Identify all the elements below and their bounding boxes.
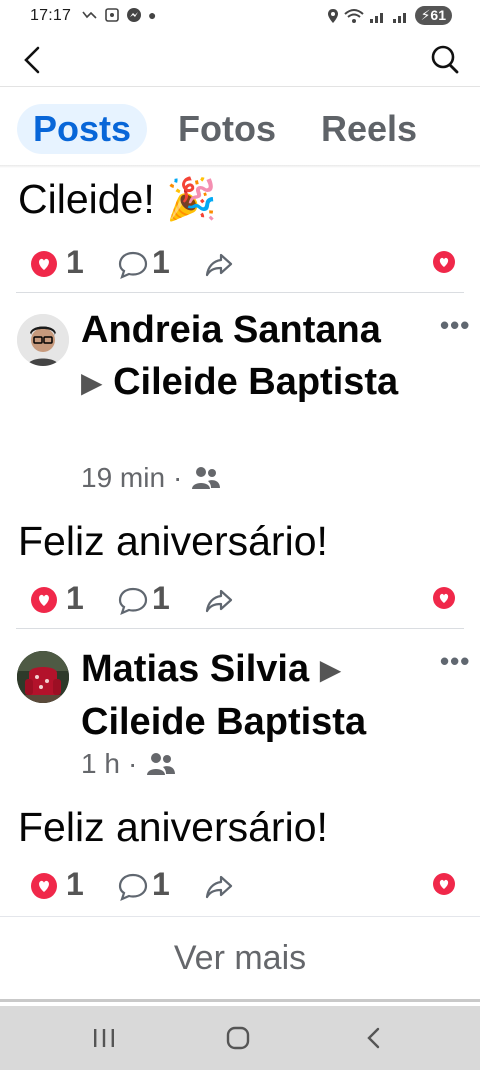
wifi-icon — [343, 8, 364, 23]
friends-icon — [192, 467, 221, 489]
comment-icon[interactable] — [118, 250, 148, 285]
see-more-button[interactable]: Ver mais — [0, 916, 480, 1002]
friends-icon — [147, 753, 176, 775]
share-icon[interactable] — [204, 872, 234, 907]
author-name[interactable]: Matias Silvia — [81, 648, 309, 690]
more-options-icon[interactable]: ••• — [440, 310, 470, 341]
share-icon[interactable] — [204, 586, 234, 621]
system-nav-bar — [0, 1006, 480, 1070]
react-heart-button[interactable] — [432, 586, 456, 615]
top-app-bar — [0, 34, 480, 87]
tab-reels[interactable]: Reels — [305, 104, 433, 154]
battery-indicator: ⚡61 — [414, 6, 452, 25]
author-name[interactable]: Andreia Santana — [81, 309, 381, 351]
search-icon — [431, 45, 459, 74]
tab-posts[interactable]: Posts — [17, 104, 148, 154]
post-actions: 1 1 — [30, 866, 455, 907]
back-button[interactable] — [20, 44, 44, 81]
more-options-icon[interactable]: ••• — [440, 646, 470, 677]
recent-apps-icon — [94, 1029, 114, 1047]
tabs-divider — [0, 165, 480, 168]
comment-icon[interactable] — [118, 586, 148, 621]
meta-separator: · — [127, 748, 138, 779]
post-text: Cileide! 🎉 — [18, 176, 218, 222]
target-name[interactable]: Cileide Baptista — [113, 361, 398, 403]
comment-count: 1 — [152, 580, 170, 616]
signal-icon-2 — [392, 12, 406, 23]
back-nav-icon — [367, 1027, 380, 1049]
post-text: Feliz aniversário! — [18, 804, 328, 850]
reaction-count: 1 — [66, 244, 84, 280]
arrow-icon: ▶ — [81, 367, 103, 398]
post-author-line: Andreia Santana ▶ Cileide Baptista — [81, 304, 411, 409]
battery-level: 61 — [430, 7, 446, 23]
post-time: 19 min — [81, 462, 166, 493]
meta-separator: · — [173, 462, 183, 493]
post-text: Feliz aniversário! — [18, 518, 328, 564]
comment-icon[interactable] — [118, 872, 148, 907]
signal-icon — [369, 12, 383, 23]
arrow-icon: ▶ — [319, 654, 342, 685]
home-button[interactable] — [226, 1026, 250, 1055]
profile-tabs: Posts Fotos Reels — [0, 100, 480, 158]
post-divider — [16, 292, 464, 293]
location-icon — [327, 8, 338, 23]
target-name[interactable]: Cileide Baptista — [81, 701, 366, 743]
share-icon[interactable] — [204, 250, 234, 285]
post-author-line: Matias Silvia ▶ Cileide Baptista — [81, 643, 411, 748]
recent-apps-button[interactable] — [92, 1026, 116, 1055]
reaction-count: 1 — [66, 580, 84, 616]
post-meta: 19 min · — [81, 462, 222, 494]
dot-icon: ● — [148, 7, 157, 23]
post-meta: 1 h · — [81, 748, 177, 780]
heart-reaction-icon[interactable] — [30, 250, 58, 283]
search-button[interactable] — [430, 44, 460, 81]
comment-count: 1 — [152, 244, 170, 280]
status-bar: 17:17 ● ⚡61 — [0, 0, 480, 34]
back-arrow-icon — [24, 46, 40, 74]
back-nav-button[interactable] — [362, 1026, 386, 1055]
tab-fotos[interactable]: Fotos — [162, 104, 292, 154]
reaction-count: 1 — [66, 866, 84, 902]
avatar[interactable] — [17, 314, 69, 366]
post-actions: 1 1 — [30, 580, 455, 621]
system-icons: ⚡61 — [327, 6, 452, 25]
comment-count: 1 — [152, 866, 170, 902]
post-divider — [16, 628, 464, 629]
post-actions: 1 1 — [30, 244, 455, 285]
avatar[interactable] — [17, 651, 69, 703]
home-icon — [226, 1026, 250, 1050]
screenshot-icon — [105, 8, 119, 22]
status-time: 17:17 — [30, 7, 72, 24]
post-time: 1 h — [81, 748, 120, 779]
react-heart-button[interactable] — [432, 872, 456, 901]
missed-call-icon — [82, 11, 97, 19]
notification-icons: ● — [82, 7, 156, 23]
heart-reaction-icon[interactable] — [30, 586, 58, 619]
heart-reaction-icon[interactable] — [30, 872, 58, 905]
react-heart-button[interactable] — [432, 250, 456, 279]
messenger-icon — [127, 8, 141, 22]
